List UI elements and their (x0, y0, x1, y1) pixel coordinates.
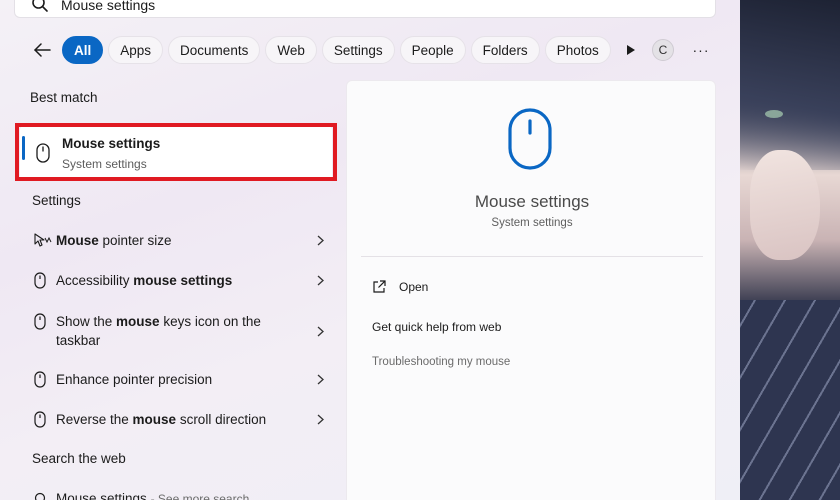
quick-help-label: Get quick help from web (372, 320, 502, 334)
settings-item-pointer-precision[interactable]: Enhance pointer precision (28, 369, 328, 389)
open-label: Open (399, 280, 429, 294)
tab-photos[interactable]: Photos (544, 36, 611, 64)
result-keyword: mouse (132, 411, 177, 427)
wallpaper-coat (740, 300, 840, 500)
web-result-text: Mouse settings (56, 491, 147, 500)
divider (361, 256, 703, 257)
result-text: Show the (56, 314, 117, 329)
mouse-icon (28, 311, 56, 330)
preview-subtitle: System settings (491, 217, 573, 229)
avatar[interactable]: C (652, 39, 674, 61)
tab-people[interactable]: People (399, 36, 466, 64)
settings-item-reverse-scroll[interactable]: Reverse the mouse scroll direction (28, 409, 328, 429)
wallpaper-eye (765, 110, 783, 118)
result-text: pointer size (98, 232, 172, 248)
mouse-icon (508, 108, 552, 170)
web-result-hint: - See more search (150, 492, 250, 500)
result-keyword: mouse settings (133, 272, 233, 288)
preview-title: Mouse settings (474, 192, 590, 211)
mouse-pointer-icon (28, 233, 56, 247)
chevron-right-icon (312, 374, 328, 385)
settings-item-accessibility-mouse[interactable]: Accessibility mouse settings (28, 270, 328, 290)
result-keyword: Mouse (56, 232, 99, 248)
result-text: Accessibility (56, 272, 134, 288)
tab-apps[interactable]: Apps (108, 36, 164, 64)
tab-folders[interactable]: Folders (470, 36, 540, 64)
mouse-icon (28, 271, 56, 289)
arrow-left-icon (34, 43, 51, 57)
more-options-button[interactable]: ··· (690, 39, 712, 61)
settings-item-mouse-keys[interactable]: Show the mouse keys icon on the taskbar (28, 311, 328, 351)
troubleshoot-link[interactable]: Troubleshooting my mouse (372, 356, 510, 368)
back-button[interactable] (30, 36, 54, 64)
filter-bar: All Apps Documents Web Settings People F… (30, 36, 642, 64)
open-action[interactable]: Open (372, 280, 428, 294)
preview-pane: Mouse settings System settings Open Get … (346, 80, 716, 500)
best-match-item[interactable]: Mouse settings System settings (20, 126, 332, 180)
search-query-text: Mouse settings (61, 0, 156, 13)
selection-indicator (22, 136, 25, 160)
chevron-right-icon (312, 235, 328, 246)
mouse-icon (28, 370, 56, 388)
result-text: Reverse the (56, 411, 133, 427)
result-text-line2: taskbar (56, 333, 101, 348)
settings-heading: Settings (32, 193, 81, 208)
settings-item-pointer-size[interactable]: Mouse pointer size (28, 230, 328, 250)
best-match-title: Mouse settings (62, 135, 161, 151)
chevron-right-icon (312, 326, 328, 337)
troubleshoot-label: Troubleshooting my mouse (372, 356, 511, 368)
result-text: Enhance pointer precision (56, 371, 213, 387)
more-tabs-button[interactable] (620, 36, 642, 64)
wallpaper-face (750, 150, 820, 260)
tab-all[interactable]: All (62, 36, 104, 64)
search-icon (32, 0, 48, 12)
search-panel: Mouse settings All Apps Documents Web Se… (0, 0, 740, 500)
best-match-subtitle: System settings (62, 156, 147, 171)
play-icon (626, 45, 635, 55)
open-external-icon (373, 280, 386, 293)
search-web-heading: Search the web (32, 451, 126, 466)
mouse-icon (28, 410, 56, 428)
chevron-right-icon (312, 414, 328, 425)
result-text: scroll direction (176, 411, 267, 427)
best-match-heading: Best match (30, 90, 98, 105)
tab-documents[interactable]: Documents (168, 36, 261, 64)
search-input[interactable]: Mouse settings (14, 0, 716, 18)
chevron-right-icon (312, 275, 328, 286)
desktop-wallpaper (740, 0, 840, 500)
mouse-icon (20, 143, 62, 163)
web-result-item[interactable]: Mouse settings - See more search (28, 489, 328, 500)
tab-web[interactable]: Web (265, 36, 317, 64)
result-keyword: mouse (116, 314, 160, 329)
result-text: keys icon on the (159, 314, 261, 329)
search-icon (28, 492, 56, 500)
tab-settings[interactable]: Settings (321, 36, 395, 64)
quick-help-link[interactable]: Get quick help from web (372, 320, 501, 334)
wallpaper-hair (740, 0, 840, 170)
